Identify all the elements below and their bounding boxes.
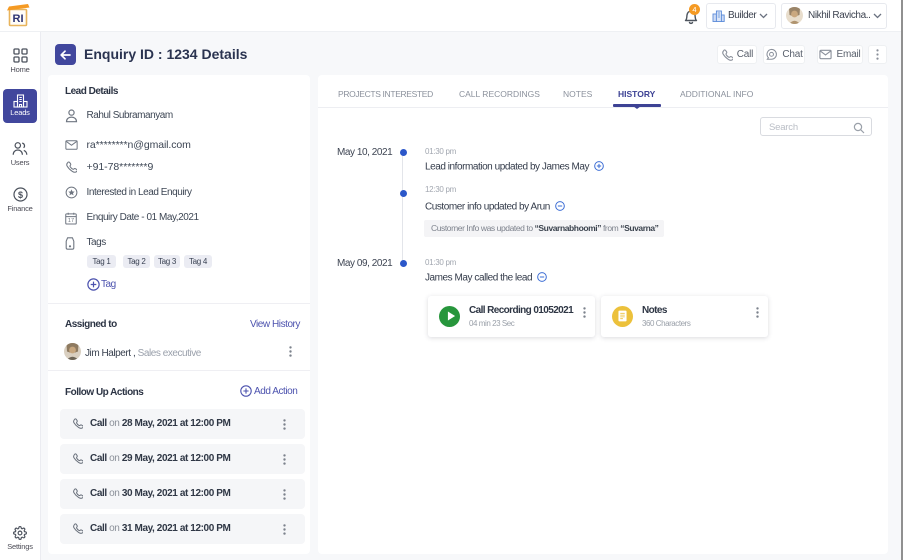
svg-text:RI: RI	[13, 13, 24, 25]
svg-text:17: 17	[68, 218, 74, 224]
svg-text:$: $	[17, 190, 22, 200]
